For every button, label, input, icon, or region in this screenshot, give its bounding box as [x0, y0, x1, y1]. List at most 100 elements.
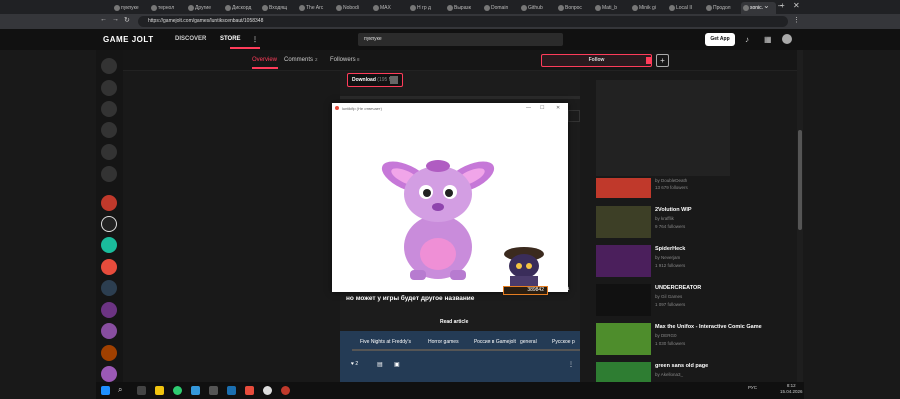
game-thumbnail[interactable] — [596, 178, 651, 198]
sidebar-community-5[interactable] — [101, 280, 117, 296]
start-icon[interactable] — [101, 386, 110, 395]
post-menu-icon[interactable]: ⋮ — [568, 361, 574, 368]
browser-tab[interactable]: Local II — [667, 2, 702, 14]
browser-tab[interactable]: Н гр д — [408, 2, 443, 14]
explorer-icon[interactable] — [155, 386, 164, 395]
search-icon[interactable]: ⌕ — [118, 385, 122, 395]
browser-tab[interactable]: Domain — [482, 2, 517, 14]
game-author[interactable]: by Gil Games — [655, 294, 682, 299]
window-close-icon[interactable]: ✕ — [556, 105, 560, 111]
game-author[interactable]: by Akellona3_ — [655, 372, 683, 377]
search-input[interactable]: пукпуке — [358, 33, 563, 46]
browser-tab[interactable]: Mati_b — [593, 2, 628, 14]
browser-menu-icon[interactable]: ⋮ — [793, 16, 800, 24]
follow-button[interactable]: Follow — [541, 54, 652, 67]
window-maximize-icon[interactable]: ☐ — [540, 105, 544, 111]
game-author[interactable]: by DoubleDeath — [655, 178, 687, 183]
language-indicator[interactable]: РУС — [748, 385, 757, 390]
sidebar-community-4[interactable] — [101, 259, 117, 275]
browser-tab[interactable]: sonic. — [741, 2, 776, 14]
tag-chip[interactable]: Five Nights at Freddy's — [360, 339, 411, 345]
browser-tab[interactable]: тернол — [149, 2, 184, 14]
task-view-icon[interactable] — [137, 386, 146, 395]
window-minimize-icon[interactable]: — — [526, 105, 531, 111]
game-thumbnail[interactable] — [596, 284, 651, 316]
youtube-icon[interactable] — [245, 386, 254, 395]
comment-icon[interactable]: ▤ — [377, 361, 383, 368]
sidebar-community-3[interactable] — [101, 237, 117, 253]
read-article-link[interactable]: Read article — [440, 319, 468, 325]
sidebar-community-7[interactable] — [101, 323, 117, 339]
game-title[interactable]: SpiderHeck — [655, 246, 685, 252]
game-thumbnail[interactable] — [596, 206, 651, 238]
forward-icon[interactable]: → — [112, 16, 119, 23]
browser-tab[interactable]: Входящ — [260, 2, 295, 14]
nav-more-icon[interactable]: ⋮ — [252, 36, 258, 43]
nav-store[interactable]: STORE — [220, 36, 241, 42]
browser-tab[interactable]: пукпуке — [112, 2, 147, 14]
sidebar-bag-icon[interactable] — [101, 101, 117, 117]
tab-search-icon[interactable]: ⌄ — [763, 1, 770, 10]
reload-icon[interactable]: ↻ — [124, 16, 130, 24]
browser-tab[interactable]: Продол — [704, 2, 739, 14]
sidebar-store-icon[interactable] — [101, 80, 117, 96]
sidebar-community-2[interactable] — [101, 216, 117, 232]
game-thumbnail[interactable] — [596, 362, 651, 382]
add-to-playlist-button[interactable]: + — [656, 54, 669, 67]
tag-chip[interactable]: Русское р — [552, 339, 575, 345]
sidebar-discord-icon[interactable] — [101, 144, 117, 160]
minimize-icon[interactable]: – — [778, 1, 782, 10]
grid-icon[interactable]: ▦ — [764, 35, 772, 44]
get-app-button[interactable]: Get App — [705, 33, 735, 46]
sidebar-menu-icon[interactable] — [101, 58, 117, 74]
browser-tab[interactable]: Дискорд — [223, 2, 258, 14]
url-field[interactable]: https://gamejolt.com/games/luntikscenbau… — [138, 16, 788, 27]
tag-chip[interactable]: Horror games — [428, 339, 459, 345]
browser-tab[interactable]: Вопрос — [556, 2, 591, 14]
game-title[interactable]: Max the Unifox - Interactive Comic Game — [655, 324, 762, 330]
browser-tab[interactable]: Minik gi — [630, 2, 665, 14]
game-title[interactable]: green sans old page — [655, 363, 708, 369]
browser-tab[interactable]: MAX — [371, 2, 406, 14]
back-icon[interactable]: ← — [100, 16, 107, 23]
scrollbar-thumb[interactable] — [798, 130, 802, 230]
browser-tab[interactable]: Другие — [186, 2, 221, 14]
edge-icon[interactable] — [173, 386, 182, 395]
steam-icon[interactable] — [227, 386, 236, 395]
app-icon-2[interactable] — [281, 386, 290, 395]
sidebar-community-8[interactable] — [101, 345, 117, 361]
chrome-icon[interactable] — [263, 386, 272, 395]
bell-icon[interactable]: ♪ — [745, 35, 749, 44]
tab-followers[interactable]: Followers — [330, 57, 356, 63]
sidebar-add-icon[interactable] — [101, 166, 117, 182]
tab-overview[interactable]: Overview — [252, 57, 277, 63]
sidebar-community-1[interactable] — [101, 195, 117, 211]
app-icon-1[interactable] — [209, 386, 218, 395]
clock[interactable]: 8:12 15.04.2026 — [780, 383, 803, 395]
nav-discover[interactable]: DISCOVER — [175, 36, 206, 42]
browser-tab[interactable]: The Arc — [297, 2, 332, 14]
tag-chip[interactable]: general — [520, 339, 537, 345]
game-title[interactable]: UNDERCREATOR — [655, 285, 701, 291]
sidebar-community-9[interactable] — [101, 366, 117, 382]
store-icon[interactable] — [191, 386, 200, 395]
tab-label: Дискорд — [232, 5, 252, 11]
close-window-icon[interactable]: ✕ — [793, 1, 800, 10]
browser-tab[interactable]: Выразк — [445, 2, 480, 14]
game-thumbnail[interactable] — [596, 323, 651, 355]
avatar[interactable] — [782, 34, 792, 44]
tag-chip[interactable]: Россия в Gamejolt — [474, 339, 516, 345]
browser-tab[interactable]: Nobodi — [334, 2, 369, 14]
game-title[interactable]: 2Volution WIP — [655, 207, 692, 213]
game-thumbnail[interactable] — [596, 245, 651, 277]
game-author[interactable]: by krafflik — [655, 216, 674, 221]
sidebar-trophy-icon[interactable] — [101, 122, 117, 138]
share-icon[interactable]: ▣ — [394, 361, 400, 368]
game-followers: 1 912 followers — [655, 263, 686, 268]
gamejolt-logo[interactable]: GAME JOLT — [103, 35, 154, 44]
game-author[interactable]: by DERG0 — [655, 333, 677, 338]
browser-tab[interactable]: Github — [519, 2, 554, 14]
sidebar-community-6[interactable] — [101, 302, 117, 318]
game-author[interactable]: by Neverjam — [655, 255, 680, 260]
tab-comments[interactable]: Comments — [284, 57, 313, 63]
